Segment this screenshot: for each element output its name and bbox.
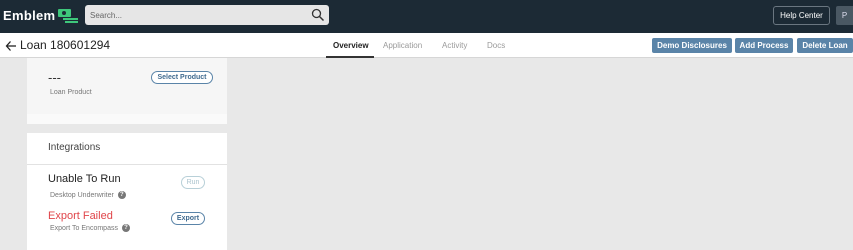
- integrations-header: Integrations: [27, 133, 227, 165]
- search-input[interactable]: [85, 5, 305, 26]
- select-product-button[interactable]: Select Product: [151, 71, 213, 84]
- help-icon[interactable]: ?: [121, 224, 130, 232]
- page-title: Loan 180601294: [20, 38, 111, 52]
- delete-loan-button[interactable]: Delete Loan: [797, 38, 853, 53]
- integrations-card: Integrations Unable To Run Desktop Under…: [27, 133, 227, 250]
- active-tab-indicator: [326, 56, 374, 58]
- tab-docs[interactable]: Docs: [487, 41, 505, 50]
- loan-product-section: --- Loan Product Select Product: [27, 58, 227, 114]
- tab-application[interactable]: Application: [383, 41, 422, 50]
- loan-product-card: --- Loan Product Select Product: [27, 58, 227, 124]
- emblem-logo[interactable]: Emblem: [3, 8, 79, 23]
- top-navigation-bar: Emblem Help Center P: [0, 0, 853, 33]
- back-arrow-icon[interactable]: [5, 39, 17, 57]
- tab-activity[interactable]: Activity: [442, 41, 467, 50]
- export-encompass-status: Export Failed: [48, 210, 113, 222]
- loan-product-label: Loan Product: [50, 89, 92, 96]
- help-icon[interactable]: ?: [117, 191, 126, 199]
- integrations-title: Integrations: [48, 142, 101, 153]
- loan-product-value: ---: [48, 70, 61, 85]
- search-icon[interactable]: [311, 8, 325, 27]
- user-avatar[interactable]: P: [836, 6, 853, 25]
- tab-overview[interactable]: Overview: [333, 41, 369, 50]
- desktop-underwriter-label: Desktop Underwriter: [50, 191, 114, 199]
- help-center-button[interactable]: Help Center: [773, 6, 830, 25]
- export-encompass-label: Export To Encompass: [50, 224, 118, 232]
- search-box[interactable]: [85, 5, 329, 27]
- export-button[interactable]: Export: [171, 212, 205, 225]
- export-encompass-item: Export To Encompass?: [50, 224, 130, 232]
- desktop-underwriter-item: Desktop Underwriter?: [50, 191, 126, 199]
- run-button[interactable]: Run: [181, 176, 205, 189]
- money-logo-icon: [58, 8, 79, 23]
- desktop-underwriter-status: Unable To Run: [48, 173, 121, 185]
- logo-text: Emblem: [3, 8, 56, 23]
- demo-disclosures-button[interactable]: Demo Disclosures: [652, 38, 732, 53]
- loan-header: Loan 180601294 Overview Application Acti…: [0, 33, 853, 58]
- add-process-button[interactable]: Add Process: [735, 38, 793, 53]
